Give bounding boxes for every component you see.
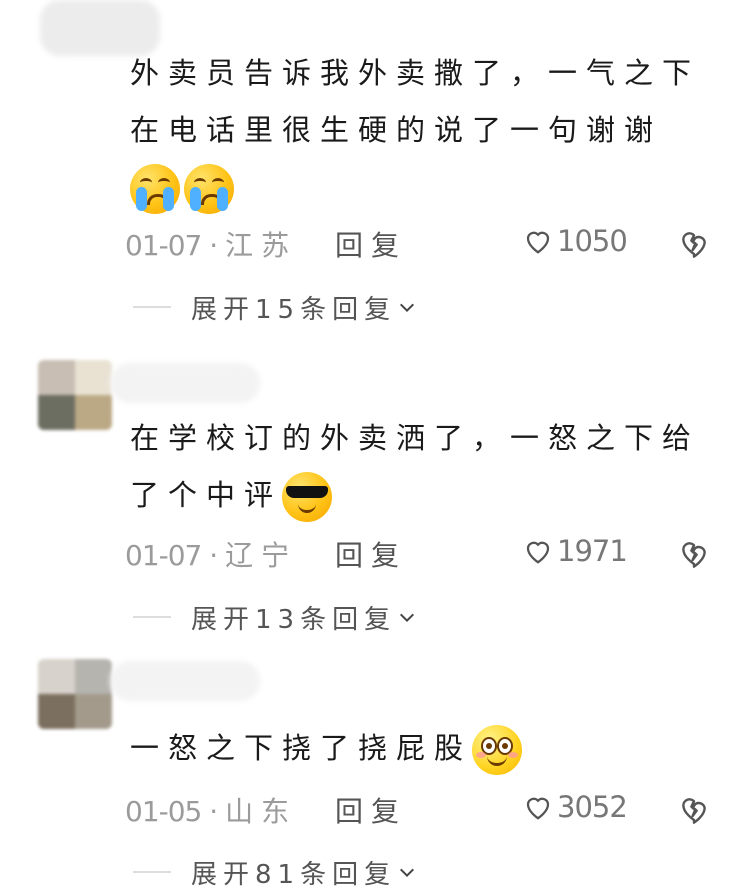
comment-text: 一怒之下挠了挠屁股 <box>130 720 720 777</box>
comment-location: 山东 <box>225 795 298 828</box>
chevron-down-icon <box>400 868 415 878</box>
like-count: 3052 <box>557 790 628 824</box>
broken-heart-icon[interactable] <box>678 792 710 824</box>
comment-location: 辽宁 <box>225 539 298 572</box>
like-button[interactable]: 1050 <box>523 224 628 258</box>
comment-text: 在学校订的外卖洒了，一怒之下给 了个中评 <box>130 410 720 524</box>
chevron-down-icon <box>400 303 415 313</box>
like-count: 1050 <box>557 224 628 258</box>
avatar[interactable] <box>38 360 112 430</box>
reply-button[interactable]: 回复 <box>335 224 407 264</box>
comment-date: 01-07 <box>125 539 202 572</box>
divider-line <box>133 616 171 618</box>
comment-text: 外卖员告诉我外卖撒了，一气之下 在电话里很生硬的说了一句谢谢 <box>130 45 720 216</box>
like-count: 1971 <box>557 534 628 568</box>
comment-meta: 01-07 · 江苏 回复 1050 <box>125 224 725 264</box>
username-blurred <box>110 363 260 403</box>
reply-button[interactable]: 回复 <box>335 534 407 574</box>
heart-icon <box>526 231 550 254</box>
crying-face-icon <box>184 164 234 214</box>
smiling-face-icon <box>472 725 523 775</box>
expand-replies-button[interactable]: 展开15条回复 <box>133 287 416 327</box>
heart-icon <box>526 797 550 820</box>
comment-location: 江苏 <box>225 229 298 262</box>
expand-replies-button[interactable]: 展开81条回复 <box>133 852 416 892</box>
expand-replies-button[interactable]: 展开13条回复 <box>133 597 416 637</box>
chevron-down-icon <box>400 613 415 623</box>
comment-meta: 01-07 · 辽宁 回复 1971 <box>125 534 725 574</box>
avatar[interactable] <box>38 659 112 729</box>
expand-replies-label: 展开13条回复 <box>191 604 397 635</box>
divider-line <box>133 871 171 873</box>
broken-heart-icon[interactable] <box>678 536 710 568</box>
comment-date: 01-05 <box>125 795 202 828</box>
reply-button[interactable]: 回复 <box>335 790 407 830</box>
like-button[interactable]: 3052 <box>523 790 628 824</box>
cool-face-icon <box>282 472 333 522</box>
heart-icon <box>526 541 550 564</box>
divider-line <box>133 306 171 308</box>
expand-replies-label: 展开15条回复 <box>191 294 397 325</box>
comment-meta: 01-05 · 山东 回复 3052 <box>125 790 725 830</box>
crying-face-icon <box>130 164 180 214</box>
comment-date: 01-07 <box>125 229 202 262</box>
like-button[interactable]: 1971 <box>523 534 628 568</box>
username-blurred <box>110 661 260 701</box>
broken-heart-icon[interactable] <box>678 226 710 258</box>
